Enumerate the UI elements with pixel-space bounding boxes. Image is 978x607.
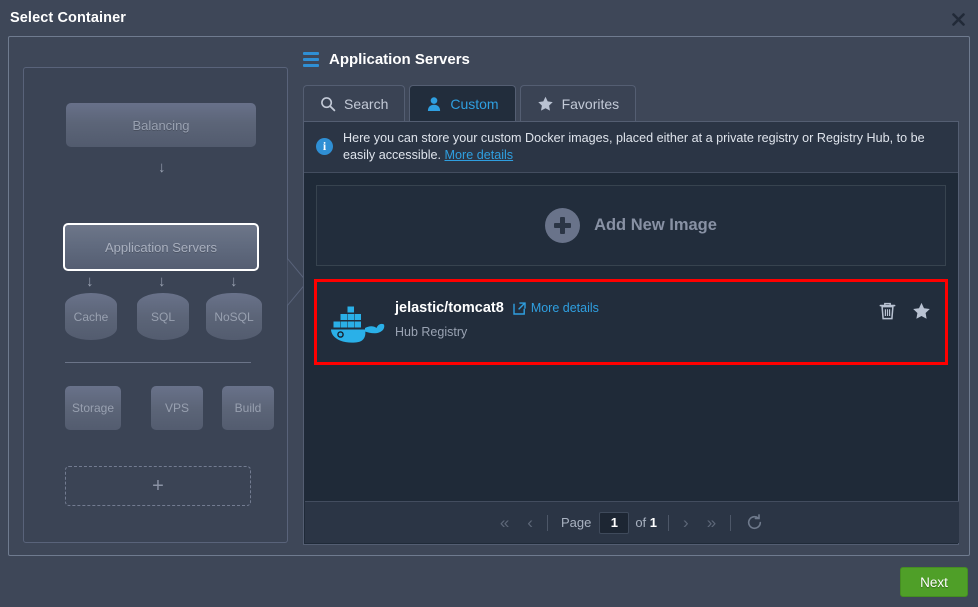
info-banner-text: Here you can store your custom Docker im…	[343, 130, 943, 164]
custom-image-more-details-label: More details	[530, 301, 599, 315]
star-icon	[537, 96, 553, 111]
topology-node-sql-label: SQL	[150, 309, 175, 324]
next-button[interactable]: Next	[900, 567, 968, 597]
topology-node-build-label: Build	[234, 401, 262, 415]
pagination-first-button[interactable]: «	[491, 514, 518, 531]
section-title: Application Servers	[329, 51, 470, 68]
custom-image-actions	[879, 296, 931, 320]
arrow-down-icon: ↓	[158, 159, 166, 176]
custom-image-registry: Hub Registry	[395, 325, 468, 339]
add-new-image-button[interactable]: Add New Image	[316, 185, 946, 266]
topology-node-cache-label: Cache	[73, 309, 109, 324]
custom-image-info: jelastic/tomcat8 More details Hub Regist…	[387, 296, 879, 339]
tab-favorites[interactable]: Favorites	[519, 85, 637, 121]
tab-search[interactable]: Search	[303, 85, 406, 121]
pagination-separator	[730, 514, 732, 531]
topology-node-storage[interactable]: Storage	[65, 386, 121, 430]
topology-node-vps[interactable]: VPS	[151, 386, 203, 430]
section-header: Application Servers	[303, 51, 470, 68]
dialog-titlebar: Select Container	[0, 0, 978, 38]
info-banner-message: Here you can store your custom Docker im…	[343, 131, 925, 162]
arrow-down-icon: ↓	[230, 273, 238, 290]
topology-node-nosql[interactable]: NoSQL	[206, 293, 262, 340]
custom-image-more-details-link[interactable]: More details	[513, 301, 599, 315]
arrow-down-icon: ↓	[86, 273, 94, 290]
pagination-refresh-button[interactable]	[736, 514, 773, 531]
plus-icon: +	[152, 475, 164, 497]
tab-search-label: Search	[344, 95, 389, 112]
topology-node-storage-label: Storage	[71, 401, 115, 415]
pagination-bar: « ‹ Page 1 of 1 › »	[305, 501, 959, 543]
custom-image-title-line: jelastic/tomcat8 More details	[395, 300, 879, 316]
pagination-total-pages: 1	[649, 515, 658, 530]
custom-images-panel: i Here you can store your custom Docker …	[303, 121, 959, 545]
tab-custom[interactable]: Custom	[409, 85, 516, 121]
select-container-dialog: Select Container Balancing ↓ Application…	[0, 0, 978, 607]
dialog-body: Balancing ↓ Application Servers ↓ ↓ ↓ Ca…	[8, 36, 970, 556]
search-icon	[321, 96, 336, 111]
topology-add-node-button[interactable]: +	[65, 466, 251, 506]
pagination-next-button[interactable]: ›	[674, 514, 698, 531]
page-title: Select Container	[10, 10, 127, 26]
topology-node-sql[interactable]: SQL	[137, 293, 189, 340]
tab-bar: Search Custom Favorites	[303, 85, 637, 121]
close-button[interactable]	[946, 8, 970, 30]
pagination-prev-button[interactable]: ‹	[518, 514, 542, 531]
hamburger-menu-icon[interactable]	[303, 52, 319, 67]
external-link-icon	[513, 301, 526, 315]
pagination-separator	[668, 514, 670, 531]
topology-node-cache[interactable]: Cache	[65, 293, 117, 340]
topology-node-application-servers[interactable]: Application Servers	[63, 223, 259, 271]
topology-node-nosql-label: NoSQL	[214, 309, 254, 324]
more-details-link[interactable]: More details	[445, 148, 514, 162]
next-button-label: Next	[920, 574, 948, 590]
close-icon	[951, 12, 965, 26]
pagination-last-button[interactable]: »	[698, 514, 725, 531]
custom-image-name: jelastic/tomcat8	[395, 300, 504, 316]
container-browser: Application Servers Search Custom Favori…	[299, 51, 959, 551]
topology-node-vps-label: VPS	[164, 401, 189, 415]
trash-icon[interactable]	[879, 302, 896, 320]
plus-circle-icon	[545, 208, 581, 243]
topology-node-build[interactable]: Build	[222, 386, 274, 430]
pagination-page-input[interactable]: 1	[599, 511, 630, 534]
pagination-of-label: of	[635, 515, 647, 530]
pagination-total: of 1	[629, 515, 663, 530]
pagination-page-label: Page	[560, 515, 592, 530]
user-icon	[428, 96, 441, 111]
info-icon: i	[316, 138, 333, 155]
topology-node-balancing-label: Balancing	[132, 117, 190, 133]
custom-image-row[interactable]: jelastic/tomcat8 More details Hub Regist…	[314, 279, 948, 365]
topology-panel: Balancing ↓ Application Servers ↓ ↓ ↓ Ca…	[23, 67, 308, 543]
tab-custom-label: Custom	[450, 95, 499, 112]
tab-favorites-label: Favorites	[561, 95, 620, 112]
star-icon[interactable]	[912, 302, 931, 320]
pagination-separator	[546, 514, 548, 531]
add-new-image-label: Add New Image	[594, 216, 717, 234]
info-banner: i Here you can store your custom Docker …	[304, 122, 958, 173]
topology-node-balancing[interactable]: Balancing	[66, 103, 256, 147]
topology-node-application-servers-label: Application Servers	[105, 239, 217, 255]
arrow-down-icon: ↓	[158, 273, 166, 290]
topology-divider	[65, 362, 251, 363]
docker-whale-icon	[331, 306, 385, 343]
refresh-icon	[748, 514, 762, 530]
